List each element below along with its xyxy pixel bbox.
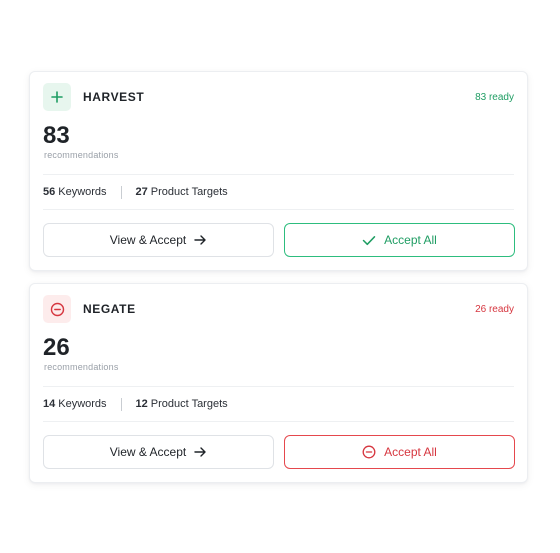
- negate-accept-all-label: Accept All: [384, 445, 437, 459]
- plus-icon: [43, 83, 71, 111]
- check-icon: [362, 235, 376, 246]
- arrow-right-icon: [194, 234, 207, 246]
- harvest-accept-all-label: Accept All: [384, 233, 437, 247]
- minus-circle-icon: [43, 295, 71, 323]
- arrow-right-icon: [194, 446, 207, 458]
- negate-stats: 14 Keywords 12 Product Targets: [43, 396, 228, 412]
- stats-separator: [120, 397, 122, 411]
- harvest-card: HARVEST 83 ready 83 recommendations 56 K…: [29, 71, 528, 271]
- negate-targets-count: 12: [135, 398, 148, 410]
- negate-targets-label: Product Targets: [150, 398, 228, 410]
- negate-accept-all-button[interactable]: Accept All: [284, 435, 515, 469]
- harvest-view-accept-button[interactable]: View & Accept: [43, 223, 274, 257]
- negate-view-accept-button[interactable]: View & Accept: [43, 435, 274, 469]
- harvest-header: HARVEST 83 ready: [43, 83, 514, 111]
- negate-card: NEGATE 26 ready 26 recommendations 14 Ke…: [29, 283, 528, 483]
- divider: [43, 386, 514, 387]
- harvest-count-label: recommendations: [44, 150, 119, 160]
- harvest-accept-all-button[interactable]: Accept All: [284, 223, 515, 257]
- divider: [43, 174, 514, 175]
- negate-count: 26: [43, 334, 70, 361]
- harvest-targets-label: Product Targets: [150, 186, 228, 198]
- harvest-view-accept-label: View & Accept: [109, 233, 187, 247]
- negate-title: NEGATE: [83, 302, 136, 316]
- divider: [43, 421, 514, 422]
- harvest-count: 83: [43, 122, 70, 149]
- harvest-targets-count: 27: [135, 186, 148, 198]
- harvest-keywords-label: Keywords: [58, 186, 107, 198]
- stats-separator: [120, 185, 122, 199]
- negate-ready-badge: 26 ready: [475, 303, 514, 315]
- harvest-ready-badge: 83 ready: [475, 91, 514, 103]
- negate-keywords-count: 14: [43, 398, 56, 410]
- negate-header: NEGATE 26 ready: [43, 295, 514, 323]
- harvest-keywords-count: 56: [43, 186, 56, 198]
- negate-keywords-label: Keywords: [58, 398, 107, 410]
- harvest-title: HARVEST: [83, 90, 145, 104]
- divider: [43, 209, 514, 210]
- negate-view-accept-label: View & Accept: [109, 445, 187, 459]
- harvest-stats: 56 Keywords 27 Product Targets: [43, 184, 228, 200]
- minus-circle-icon: [362, 445, 376, 459]
- negate-count-label: recommendations: [44, 362, 119, 372]
